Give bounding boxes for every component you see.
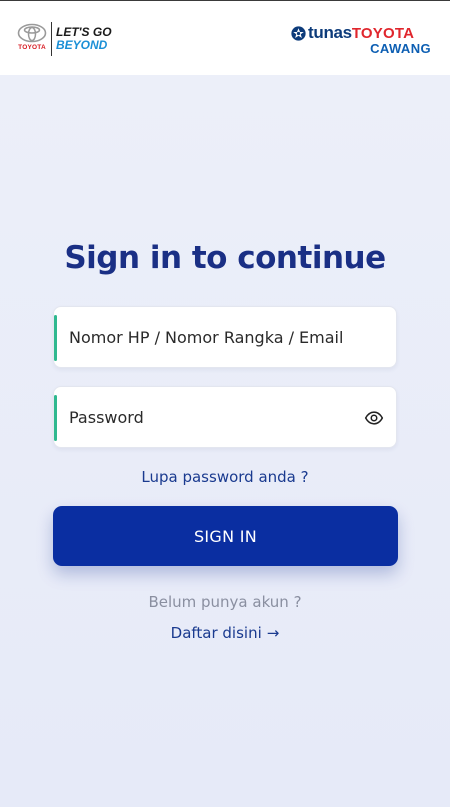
dealer-name-part2: TOYOTA [351,25,415,42]
toyota-emblem-icon [17,23,47,43]
password-field [53,386,397,448]
header: TOYOTA LET'S GO BEYOND tunasTOYOTA CAWAN… [0,1,450,75]
dealer-branch: CAWANG [370,41,431,56]
register-link[interactable]: Daftar disini → [0,624,450,642]
brand-divider [51,22,52,56]
brand-tagline: LET'S GO BEYOND [56,26,112,52]
toyota-wordmark: TOYOTA [18,44,46,51]
no-account-text: Belum punya akun ? [148,593,302,611]
eye-icon[interactable] [364,408,384,428]
dealer-logo: tunasTOYOTA CAWANG [291,23,431,57]
identity-input[interactable] [69,307,359,367]
field-accent-bar [54,315,57,361]
tagline-line-2: BEYOND [56,38,108,52]
toyota-logo: TOYOTA [16,23,48,55]
arrow-right-icon: → [266,624,280,642]
tunas-emblem-icon [291,26,306,41]
identity-field [53,306,397,368]
register-link-label: Daftar disini [170,624,262,642]
dealer-name-part1: tunas [308,23,352,42]
password-input[interactable] [69,387,359,447]
page-title: Sign in to continue [64,240,386,276]
sign-in-button[interactable]: SIGN IN [53,506,398,566]
field-accent-bar [54,395,57,441]
forgot-password-link[interactable]: Lupa password anda ? [0,468,450,486]
